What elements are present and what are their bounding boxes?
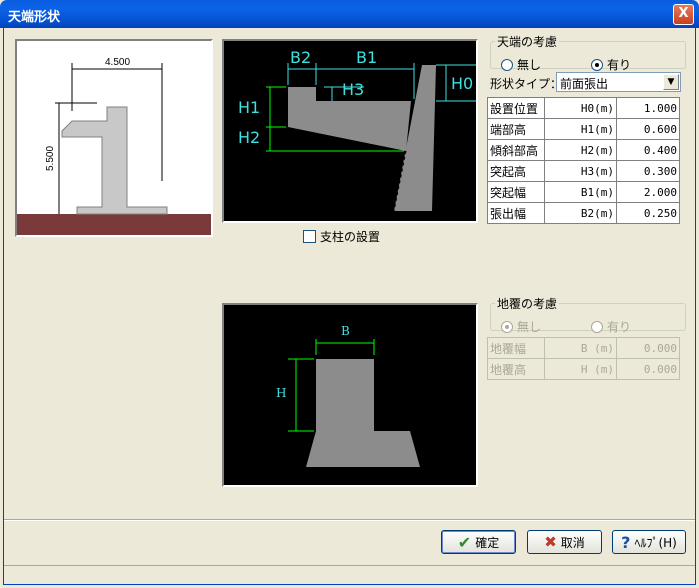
label-h: H xyxy=(276,386,286,400)
table-row: 地覆高 H (m) 0.000 xyxy=(487,358,680,380)
param-input-h1[interactable]: 0.600 xyxy=(616,118,680,140)
help-button[interactable]: ? ﾍﾙﾌﾟ(H) xyxy=(612,530,686,554)
wall-preview-drawing: 4.500 5.500 xyxy=(17,57,211,235)
top-shape-diagram: B2 B1 H3 H0 H1 H2 xyxy=(222,39,478,223)
table-row: 突起幅 B1(m) 2.000 xyxy=(487,181,680,203)
title-bar: 天端形状 X xyxy=(0,0,699,28)
table-row: 突起高 H3(m) 0.300 xyxy=(487,160,680,182)
label-h0: H0 xyxy=(451,74,473,93)
top-shape-drawing: B2 B1 H3 H0 H1 H2 xyxy=(238,48,476,212)
window-title: 天端形状 xyxy=(8,10,61,25)
support-checkbox[interactable]: 支柱の設置 xyxy=(303,228,380,244)
radio-soil-none[interactable]: 無し xyxy=(501,318,541,335)
shape-type-label: 形状タイプ： xyxy=(490,77,563,91)
soil-cover-diagram: B H xyxy=(222,303,478,487)
radio-top-yes[interactable]: 有り xyxy=(591,56,631,73)
close-icon: X xyxy=(678,6,689,21)
ground-strip xyxy=(17,214,211,235)
table-row: 張出幅 B2(m) 0.250 xyxy=(487,202,680,224)
param-input-h3[interactable]: 0.300 xyxy=(616,160,680,182)
label-h1: H1 xyxy=(238,98,260,117)
label-h3: H3 xyxy=(342,80,364,99)
top-consideration-group: 天端の考慮 無し 有り xyxy=(490,33,686,72)
radio-dot[interactable] xyxy=(591,58,603,71)
radio-dot[interactable] xyxy=(501,320,513,333)
shape-type-value: 前面張出 xyxy=(560,77,609,91)
support-checkbox-label: 支柱の設置 xyxy=(320,229,381,244)
label-b: B xyxy=(341,324,350,338)
cancel-button[interactable]: ✖ 取消 xyxy=(527,530,602,554)
dialog-body: 4.500 5.500 B2 B1 H3 H0 H1 H2 支柱の設置 B H … xyxy=(3,28,696,585)
label-b2: B2 xyxy=(290,48,311,67)
wall-shape xyxy=(61,106,168,215)
soil-consideration-group: 地覆の考慮 無し 有り xyxy=(490,295,686,334)
param-input-b1[interactable]: 2.000 xyxy=(616,181,680,203)
checkmark-icon: ✔ xyxy=(457,532,472,552)
wall-preview: 4.500 5.500 xyxy=(15,39,213,237)
close-button[interactable]: X xyxy=(673,4,694,25)
question-icon: ? xyxy=(621,532,631,552)
table-row: 設置位置 H0(m) 1.000 xyxy=(487,97,680,119)
cross-icon: ✖ xyxy=(544,533,557,551)
preview-height-label: 5.500 xyxy=(45,146,56,171)
support-checkbox-box[interactable] xyxy=(303,229,316,243)
soil-group-legend: 地覆の考慮 xyxy=(497,297,558,311)
radio-soil-yes[interactable]: 有り xyxy=(591,318,631,335)
param-input-b2[interactable]: 0.250 xyxy=(616,202,680,224)
status-bar xyxy=(4,565,695,585)
radio-dot[interactable] xyxy=(501,58,513,71)
table-row: 地覆幅 B (m) 0.000 xyxy=(487,337,680,359)
radio-top-none[interactable]: 無し xyxy=(501,56,541,73)
top-group-legend: 天端の考慮 xyxy=(497,35,558,49)
label-b1: B1 xyxy=(356,48,377,67)
label-h2: H2 xyxy=(238,128,260,147)
param-input-h0[interactable]: 1.000 xyxy=(616,97,680,119)
ok-button[interactable]: ✔ 確定 xyxy=(441,530,516,554)
soil-cover-drawing: B H xyxy=(276,324,420,467)
top-params-table: 設置位置 H0(m) 1.000 端部高 H1(m) 0.600 傾斜部高 H2… xyxy=(487,97,680,224)
soil-input-h[interactable]: 0.000 xyxy=(616,358,680,380)
soil-cover-shape xyxy=(306,359,420,467)
divider xyxy=(4,519,695,521)
soil-params-table: 地覆幅 B (m) 0.000 地覆高 H (m) 0.000 xyxy=(487,337,680,380)
radio-dot[interactable] xyxy=(591,320,603,333)
preview-width-label: 4.500 xyxy=(105,57,130,68)
chevron-down-icon[interactable]: ▼ xyxy=(663,74,679,90)
soil-input-b[interactable]: 0.000 xyxy=(616,337,680,359)
table-row: 端部高 H1(m) 0.600 xyxy=(487,118,680,140)
shape-type-select[interactable]: 前面張出 ▼ xyxy=(556,72,681,92)
table-row: 傾斜部高 H2(m) 0.400 xyxy=(487,139,680,161)
param-input-h2[interactable]: 0.400 xyxy=(616,139,680,161)
